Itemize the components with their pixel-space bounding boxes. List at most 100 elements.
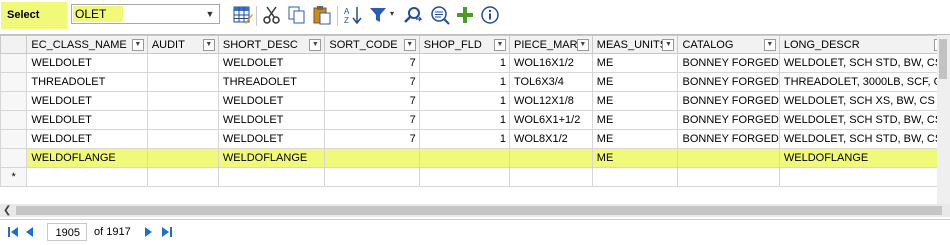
column-filter-icon[interactable]: ▼	[576, 39, 589, 51]
record-position-input[interactable]: 1905	[47, 223, 87, 241]
table-cell[interactable]: 7	[324, 72, 420, 92]
table-cell[interactable]: WELDOFLANGE	[26, 148, 148, 168]
table-cell[interactable]: 7	[324, 53, 420, 73]
table-cell[interactable]: BONNEY FORGED	[677, 129, 780, 149]
column-header[interactable]: LONG_DESCR▼	[778, 35, 950, 54]
paste-icon[interactable]	[312, 5, 332, 25]
table-cell[interactable]: BONNEY FORGED	[677, 110, 780, 130]
table-cell[interactable]	[508, 167, 593, 187]
table-cell[interactable]: WELDOLET	[26, 110, 148, 130]
table-cell[interactable]: WELDOFLANGE	[217, 148, 326, 168]
table-cell[interactable]: ME	[591, 91, 679, 111]
column-header[interactable]: EC_CLASS_NAME ▼	[26, 35, 148, 54]
table-cell[interactable]	[324, 148, 420, 168]
table-row[interactable]: WELDOLET WELDOLET 7 1 WOL8X1/2 ME BONNEY…	[0, 129, 950, 149]
last-record-icon[interactable]	[160, 224, 174, 240]
table-cell[interactable]: 7	[324, 91, 420, 111]
column-filter-icon[interactable]: ▼	[403, 39, 416, 51]
table-cell[interactable]: 1	[418, 53, 510, 73]
table-cell[interactable]	[26, 167, 148, 187]
table-cell[interactable]	[591, 167, 679, 187]
first-record-icon[interactable]	[6, 224, 20, 240]
table-row[interactable]: WELDOLET WELDOLET 7 1 WOL12X1/8 ME BONNE…	[0, 91, 950, 111]
chevron-down-icon[interactable]: ▼	[203, 6, 217, 22]
info-icon[interactable]	[480, 5, 500, 25]
column-header[interactable]: MEAS_UNITS ▼	[591, 35, 679, 54]
column-header[interactable]: PIECE_MARK ▼	[508, 35, 593, 54]
chevron-left-icon[interactable]: ❮	[3, 204, 11, 217]
row-header[interactable]	[0, 148, 28, 168]
table-cell[interactable]: WELDOLET	[217, 91, 326, 111]
row-header[interactable]	[0, 91, 28, 111]
table-cell[interactable]	[146, 91, 219, 111]
table-cell[interactable]: WELDOLET	[217, 53, 326, 73]
table-cell[interactable]: WELDOLET	[217, 110, 326, 130]
column-filter-icon[interactable]: ▼	[493, 39, 506, 51]
table-cell[interactable]: ME	[591, 129, 679, 149]
filter-icon[interactable]	[368, 5, 388, 25]
column-filter-icon[interactable]: ▼	[202, 39, 215, 51]
row-header[interactable]	[0, 72, 28, 92]
next-record-icon[interactable]	[141, 224, 155, 240]
add-icon[interactable]	[455, 5, 475, 25]
previous-record-icon[interactable]	[23, 224, 37, 240]
column-header[interactable]: SHORT_DESC ▼	[217, 35, 326, 54]
new-row[interactable]: *	[0, 167, 950, 187]
row-header[interactable]	[0, 129, 28, 149]
table-cell[interactable]: TOL6X3/4	[508, 72, 593, 92]
table-row[interactable]: WELDOLET WELDOLET 7 1 WOL6X1+1/2 ME BONN…	[0, 110, 950, 130]
table-select[interactable]: OLET ▼	[71, 4, 220, 24]
table-row-highlighted[interactable]: WELDOFLANGE WELDOFLANGE ME WELDOFLANGE	[0, 148, 950, 168]
table-cell[interactable]: WELDOLET, SCH STD, BW, CS	[778, 110, 950, 130]
table-cell[interactable]	[146, 72, 219, 92]
table-cell[interactable]: ME	[591, 53, 679, 73]
table-cell[interactable]: 1	[418, 129, 510, 149]
copy-icon[interactable]	[287, 5, 307, 25]
table-cell[interactable]: WELDOFLANGE	[778, 148, 950, 168]
table-cell[interactable]: WELDOLET	[217, 129, 326, 149]
table-cell[interactable]: WELDOLET	[26, 53, 148, 73]
horizontal-scrollbar-thumb[interactable]	[16, 206, 942, 215]
table-cell[interactable]: BONNEY FORGED	[677, 53, 780, 73]
table-cell[interactable]	[508, 148, 593, 168]
vertical-scrollbar[interactable]	[937, 35, 950, 205]
table-cell[interactable]: WELDOLET, SCH STD, BW, CS	[778, 53, 950, 73]
sort-icon[interactable]: A Z	[343, 5, 363, 25]
filter-dropdown-icon[interactable]: ▾	[390, 9, 394, 18]
table-cell[interactable]: THREADOLET	[26, 72, 148, 92]
grid-edit-icon[interactable]	[233, 5, 253, 25]
horizontal-scrollbar[interactable]: ❮	[0, 204, 950, 217]
table-cell[interactable]	[146, 167, 219, 187]
table-cell[interactable]: WOL16X1/2	[508, 53, 593, 73]
table-cell[interactable]: BONNEY FORGED	[677, 91, 780, 111]
table-cell[interactable]: 7	[324, 110, 420, 130]
table-cell[interactable]: THREADOLET, 3000LB, SCF, CS	[778, 72, 950, 92]
search-list-icon[interactable]	[430, 5, 450, 25]
table-cell[interactable]: ME	[591, 72, 679, 92]
column-filter-icon[interactable]: ▼	[763, 39, 776, 51]
table-cell[interactable]: ME	[591, 110, 679, 130]
table-cell[interactable]	[677, 167, 780, 187]
table-cell[interactable]	[677, 148, 780, 168]
table-cell[interactable]: WELDOLET	[26, 129, 148, 149]
table-cell[interactable]: 1	[418, 110, 510, 130]
column-header[interactable]: SHOP_FLD ▼	[418, 35, 510, 54]
table-cell[interactable]	[146, 129, 219, 149]
row-header[interactable]	[0, 110, 28, 130]
table-row[interactable]: WELDOLET WELDOLET 7 1 WOL16X1/2 ME BONNE…	[0, 53, 950, 73]
table-cell[interactable]: 7	[324, 129, 420, 149]
cut-icon[interactable]	[262, 5, 282, 25]
column-header[interactable]: SORT_CODE ▼	[324, 35, 420, 54]
table-cell[interactable]	[146, 110, 219, 130]
table-cell[interactable]	[324, 167, 420, 187]
table-cell[interactable]	[418, 167, 510, 187]
table-cell[interactable]: THREADOLET	[217, 72, 326, 92]
table-cell[interactable]: WELDOLET	[26, 91, 148, 111]
table-cell[interactable]	[418, 148, 510, 168]
vertical-scrollbar-thumb[interactable]	[939, 39, 947, 79]
column-filter-icon[interactable]: ▼	[309, 39, 322, 51]
table-cell[interactable]: WOL8X1/2	[508, 129, 593, 149]
table-cell[interactable]	[778, 167, 950, 187]
table-cell[interactable]: ME	[591, 148, 679, 168]
find-icon[interactable]	[403, 5, 423, 25]
